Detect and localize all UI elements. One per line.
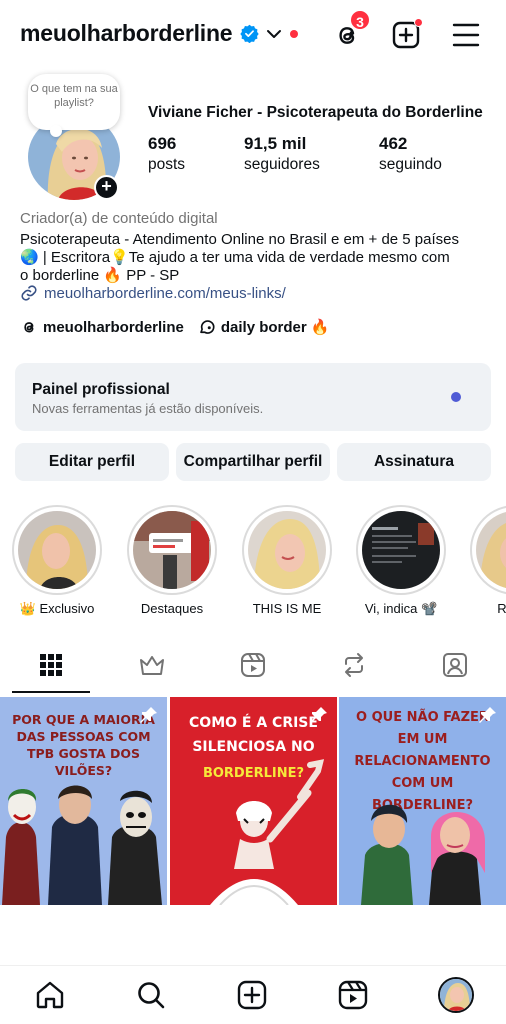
highlight-label: Vi, indica 📽️ xyxy=(364,601,438,616)
create-icon[interactable] xyxy=(236,979,268,1011)
tab-tagged[interactable] xyxy=(410,643,500,695)
link-icon xyxy=(21,285,37,301)
pin-icon xyxy=(310,707,327,723)
highlight-cover xyxy=(248,511,326,589)
grid-icon xyxy=(40,654,62,676)
posts-grid: POR QUE A MAIORIA DAS PESSOAS COM TPB GO… xyxy=(0,697,506,905)
threads-profile-chip[interactable]: meuolharborderline xyxy=(20,318,184,336)
dashboard-title: Painel profissional xyxy=(32,381,170,398)
reels-icon[interactable] xyxy=(337,979,369,1011)
pin-icon xyxy=(479,707,496,723)
repost-icon xyxy=(345,653,363,677)
post-tile[interactable]: COMO É A CRISE SILENCIOSA NO BORDERLINE? xyxy=(170,697,337,905)
reels-icon xyxy=(241,653,265,677)
highlight-cover-ring xyxy=(242,505,332,595)
bio-line: Psicoterapeuta - Atendimento Online no B… xyxy=(20,231,460,248)
profile-actions: Editar perfil Compartilhar perfil Assina… xyxy=(15,443,491,481)
tab-grid[interactable] xyxy=(6,643,96,695)
stat-label: posts xyxy=(148,156,186,173)
stat-value: 462 xyxy=(379,134,408,153)
highlight-cover xyxy=(133,511,211,589)
post-image xyxy=(2,785,162,905)
share-profile-button[interactable]: Compartilhar perfil xyxy=(176,443,330,481)
highlight-cover xyxy=(18,511,96,589)
home-icon[interactable] xyxy=(34,979,66,1011)
post-image xyxy=(210,759,325,905)
threads-icon xyxy=(24,322,34,333)
menu-icon[interactable] xyxy=(452,21,480,49)
note-bubble[interactable]: O que tem na sua playlist? xyxy=(28,74,120,137)
full-name: Viviane Ficher - Psicoterapeuta do Borde… xyxy=(148,104,483,121)
chevron-down-icon[interactable] xyxy=(266,26,282,42)
edit-profile-button[interactable]: Editar perfil xyxy=(15,443,169,481)
profile-avatar-nav[interactable] xyxy=(438,977,474,1013)
crown-icon xyxy=(140,656,164,675)
threads-handle: meuolharborderline xyxy=(43,318,184,336)
create-notification-dot xyxy=(414,18,423,27)
dashboard-subtitle: Novas ferramentas já estão disponíveis. xyxy=(32,401,264,416)
highlight-this-is-me[interactable]: THIS IS ME xyxy=(242,505,332,616)
add-story-button[interactable]: + xyxy=(94,175,119,200)
channel-chip[interactable]: daily border 🔥 xyxy=(198,318,330,336)
highlight-exclusive[interactable]: 👑 Exclusivo xyxy=(12,505,102,617)
highlight-cover-ring xyxy=(127,505,217,595)
highlight-label: THIS IS ME xyxy=(252,601,322,616)
highlight-cover xyxy=(362,511,440,589)
highlight-label: Destaques xyxy=(140,601,204,616)
search-icon[interactable] xyxy=(135,979,167,1011)
highlight-cover-ring xyxy=(356,505,446,595)
tagged-icon xyxy=(443,653,467,677)
stat-following[interactable]: 462 seguindo xyxy=(379,134,442,174)
stat-label: seguindo xyxy=(379,156,442,173)
highlight-label: RESP xyxy=(497,601,506,616)
pin-icon xyxy=(140,707,157,723)
verified-badge-icon xyxy=(240,24,259,43)
threads-links: meuolharborderline daily border 🔥 xyxy=(20,318,344,336)
profile-bio: Psicoterapeuta - Atendimento Online no B… xyxy=(20,231,490,285)
stat-value: 696 xyxy=(148,134,177,153)
stat-label: seguidores xyxy=(244,156,320,173)
broadcast-channel-icon xyxy=(200,320,215,334)
post-tile[interactable]: POR QUE A MAIORIA DAS PESSOAS COM TPB GO… xyxy=(0,697,167,905)
notification-count-badge: 3 xyxy=(349,9,371,31)
bio-line: 🌏 | Escritora💡Te ajudo a ter uma vida de… xyxy=(20,249,450,266)
dashboard-new-dot xyxy=(451,392,461,402)
profile-link-text[interactable]: meuolharborderline.com/meus-links/ xyxy=(44,285,286,302)
tab-reposts[interactable] xyxy=(309,643,399,695)
stat-posts[interactable]: 696 posts xyxy=(148,134,185,174)
account-notification-dot xyxy=(290,30,298,38)
post-image xyxy=(361,804,485,905)
stat-value: 91,5 mil xyxy=(244,134,307,153)
highlight-vi-indica[interactable]: Vi, indica 📽️ xyxy=(356,505,446,617)
post-tile[interactable]: O QUE NÃO FAZER EM UM RELACIONAMENTO COM… xyxy=(339,697,506,905)
professional-dashboard[interactable]: Painel profissional Novas ferramentas já… xyxy=(15,363,491,431)
active-tab-indicator xyxy=(12,691,90,693)
highlight-resp[interactable]: RESP xyxy=(470,505,506,616)
highlight-cover-ring xyxy=(470,505,506,595)
tab-subscriptions[interactable] xyxy=(107,643,197,695)
profile-tabs xyxy=(0,643,506,695)
profile-username[interactable]: meuolharborderline xyxy=(20,20,233,47)
profile-link[interactable]: meuolharborderline.com/meus-links/ xyxy=(20,284,286,302)
highlight-cover-ring xyxy=(12,505,102,595)
tab-reels[interactable] xyxy=(208,643,298,695)
top-bar: meuolharborderline 3 xyxy=(0,0,506,70)
bio-line: o borderline 🔥 PP - SP xyxy=(20,267,180,284)
profile-category: Criador(a) de conteúdo digital xyxy=(20,210,218,227)
subscription-button[interactable]: Assinatura xyxy=(337,443,491,481)
highlight-cover xyxy=(476,511,506,589)
bottom-navigation xyxy=(0,965,506,1024)
highlight-destaques[interactable]: Destaques xyxy=(127,505,217,616)
highlight-label: 👑 Exclusivo xyxy=(19,601,95,616)
channel-name: daily border 🔥 xyxy=(220,319,330,336)
stat-followers[interactable]: 91,5 mil seguidores xyxy=(244,134,320,174)
story-highlights: 👑 Exclusivo Destaques THIS IS ME Vi, ind… xyxy=(0,505,506,623)
